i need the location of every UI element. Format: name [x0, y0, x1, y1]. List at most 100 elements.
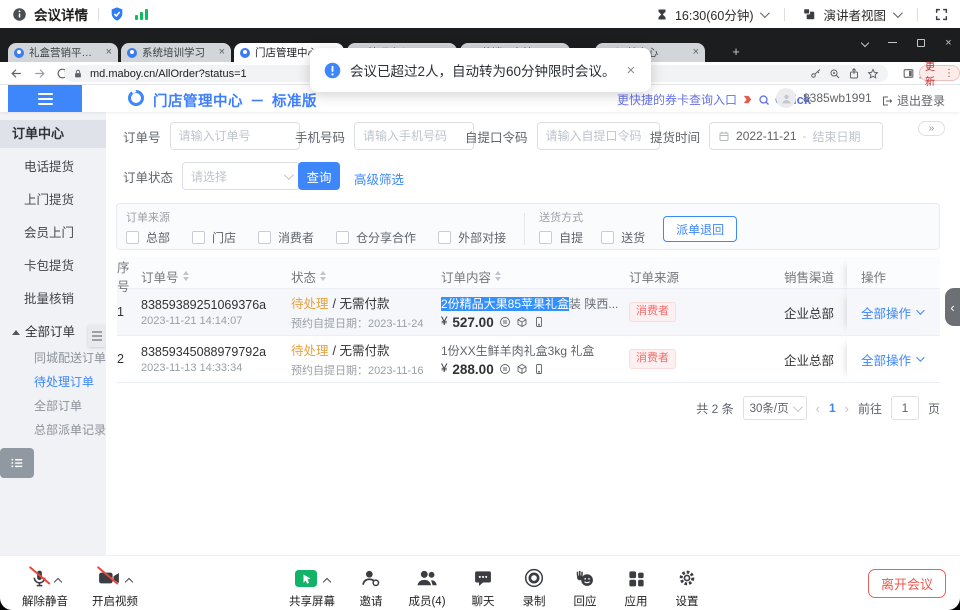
record-button[interactable]: 录制: [513, 564, 555, 609]
goto-page-input[interactable]: [891, 396, 919, 420]
window-maximize-icon[interactable]: [915, 37, 926, 48]
share-options-chevron-icon[interactable]: [323, 578, 331, 586]
sidebar-item-city-delivery-orders[interactable]: 同城配送订单: [0, 346, 106, 370]
end-date-placeholder[interactable]: 结束日期: [813, 128, 861, 145]
table-row[interactable]: 2 83859345088979792a 2023-11-13 14:33:34…: [117, 336, 940, 383]
password-key-icon[interactable]: [810, 68, 822, 80]
prev-page-button[interactable]: ‹: [816, 401, 820, 416]
browser-tab-2[interactable]: 系统培训学习 ×: [121, 43, 231, 62]
security-shield-icon[interactable]: [109, 6, 125, 22]
reactions-button[interactable]: 回应: [564, 564, 606, 609]
checkbox-icon[interactable]: [258, 231, 271, 244]
window-minimize-icon[interactable]: [887, 37, 898, 48]
meeting-panel-collapse-handle[interactable]: ‹: [945, 288, 960, 326]
per-page-select[interactable]: 30条/页: [743, 396, 807, 420]
search-button[interactable]: 查询: [298, 162, 340, 190]
view-mode-selector[interactable]: 演讲者视图: [823, 5, 886, 24]
logout-button[interactable]: 退出登录: [881, 92, 945, 109]
sidebar-item-all-orders[interactable]: 全部订单: [0, 394, 106, 418]
table-row[interactable]: 1 83859389251069376a 2023-11-21 14:14:07…: [117, 289, 940, 336]
sidebar-item-door-pickup[interactable]: 上门提货: [0, 186, 106, 214]
chrome-update-button[interactable]: 更新 ⋮: [919, 65, 960, 81]
apps-button[interactable]: 应用: [615, 564, 657, 609]
sidebar-section-order-center[interactable]: 订单中心: [0, 120, 106, 148]
microphone-muted-icon[interactable]: [30, 564, 61, 592]
start-date-value[interactable]: 2022-11-21: [736, 129, 797, 143]
checkbox-icon[interactable]: [601, 231, 614, 244]
meeting-timer[interactable]: 16:30(60分钟): [675, 5, 754, 24]
sidebar-item-card-pickup[interactable]: 卡包提货: [0, 252, 106, 280]
package-icon[interactable]: [516, 363, 528, 375]
meeting-info-icon[interactable]: [12, 7, 27, 22]
sidebar-drag-handle[interactable]: [88, 325, 106, 347]
browser-tab-1[interactable]: 礼盒营销平台管理中心 ×: [8, 43, 118, 62]
network-signal-icon[interactable]: [135, 8, 148, 20]
checkbox-external[interactable]: 外部对接: [438, 229, 506, 246]
col-order-no[interactable]: 订单号: [141, 267, 291, 286]
share-icon[interactable]: [848, 68, 860, 80]
receipt-icon[interactable]: [499, 316, 511, 328]
window-menu-chevron-icon[interactable]: [859, 37, 870, 48]
all-actions-dropdown[interactable]: 全部操作: [847, 303, 922, 322]
checkbox-delivery[interactable]: 送货: [601, 229, 645, 246]
video-options-chevron-icon[interactable]: [125, 578, 133, 586]
leave-meeting-button[interactable]: 离开会议: [868, 569, 946, 598]
pickup-code-input[interactable]: [537, 122, 660, 150]
sort-icon[interactable]: [495, 271, 501, 281]
fullscreen-icon[interactable]: [935, 8, 948, 21]
invite-button[interactable]: 邀请: [350, 564, 392, 609]
package-icon[interactable]: [516, 316, 528, 328]
forward-icon[interactable]: [33, 67, 46, 80]
advanced-filter-link[interactable]: 高级筛选: [354, 169, 404, 188]
sort-icon[interactable]: [320, 271, 326, 281]
chat-button[interactable]: 聊天: [462, 564, 504, 609]
bookmark-star-icon[interactable]: [867, 68, 879, 80]
start-video-button[interactable]: 开启视频: [86, 564, 144, 609]
checkbox-icon[interactable]: [126, 231, 139, 244]
mic-options-chevron-icon[interactable]: [53, 578, 61, 586]
tab-close-icon[interactable]: ×: [693, 47, 699, 58]
sidebar-item-pending-orders[interactable]: 待处理订单: [0, 370, 106, 394]
sort-icon[interactable]: [183, 271, 189, 281]
window-close-icon[interactable]: ×: [943, 37, 954, 48]
zoom-icon[interactable]: [829, 68, 841, 80]
receipt-icon[interactable]: [499, 363, 511, 375]
side-panel-icon[interactable]: [902, 67, 915, 80]
meeting-detail-label[interactable]: 会议详情: [34, 4, 88, 24]
phone-icon[interactable]: [533, 363, 545, 375]
members-button[interactable]: 成员(4): [401, 564, 453, 609]
sidebar-item-hq-dispatch-records[interactable]: 总部派单记录: [0, 418, 106, 442]
order-no-input[interactable]: [170, 122, 300, 150]
next-page-button[interactable]: ›: [845, 401, 849, 416]
checkbox-consumer[interactable]: 消费者: [258, 229, 314, 246]
floating-list-button[interactable]: [0, 448, 34, 478]
view-dropdown-icon[interactable]: [893, 8, 903, 18]
col-status[interactable]: 状态: [291, 267, 441, 286]
checkbox-store[interactable]: 门店: [192, 229, 236, 246]
new-tab-button[interactable]: +: [729, 44, 743, 59]
checkbox-warehouse-share[interactable]: 仓分享合作: [336, 229, 416, 246]
sidebar-item-batch-verify[interactable]: 批量核销: [0, 285, 106, 313]
tab-close-icon[interactable]: ×: [106, 47, 112, 58]
unmute-button[interactable]: 解除静音: [16, 564, 74, 609]
checkbox-hq[interactable]: 总部: [126, 229, 170, 246]
share-screen-icon[interactable]: [294, 564, 330, 592]
settings-button[interactable]: 设置: [666, 564, 708, 609]
dispatch-return-button[interactable]: 派单退回: [663, 216, 737, 242]
sidebar-item-phone-pickup[interactable]: 电话提货: [0, 153, 106, 181]
share-screen-button[interactable]: 共享屏幕: [283, 564, 341, 609]
username[interactable]: 8385wb1991: [803, 91, 872, 105]
checkbox-icon[interactable]: [336, 231, 349, 244]
avatar[interactable]: [776, 88, 796, 108]
order-status-select[interactable]: 请选择: [182, 162, 300, 190]
sidebar-item-member-visit[interactable]: 会员上门: [0, 219, 106, 247]
menu-hamburger-button[interactable]: [8, 85, 82, 112]
current-page[interactable]: 1: [829, 401, 836, 415]
timer-dropdown-icon[interactable]: [760, 8, 770, 18]
checkbox-self-pickup[interactable]: 自提: [539, 229, 583, 246]
checkbox-icon[interactable]: [192, 231, 205, 244]
tab-close-icon[interactable]: ×: [219, 47, 225, 58]
phone-icon[interactable]: [533, 316, 545, 328]
site-lock-icon[interactable]: [73, 69, 83, 79]
back-icon[interactable]: [10, 67, 23, 80]
